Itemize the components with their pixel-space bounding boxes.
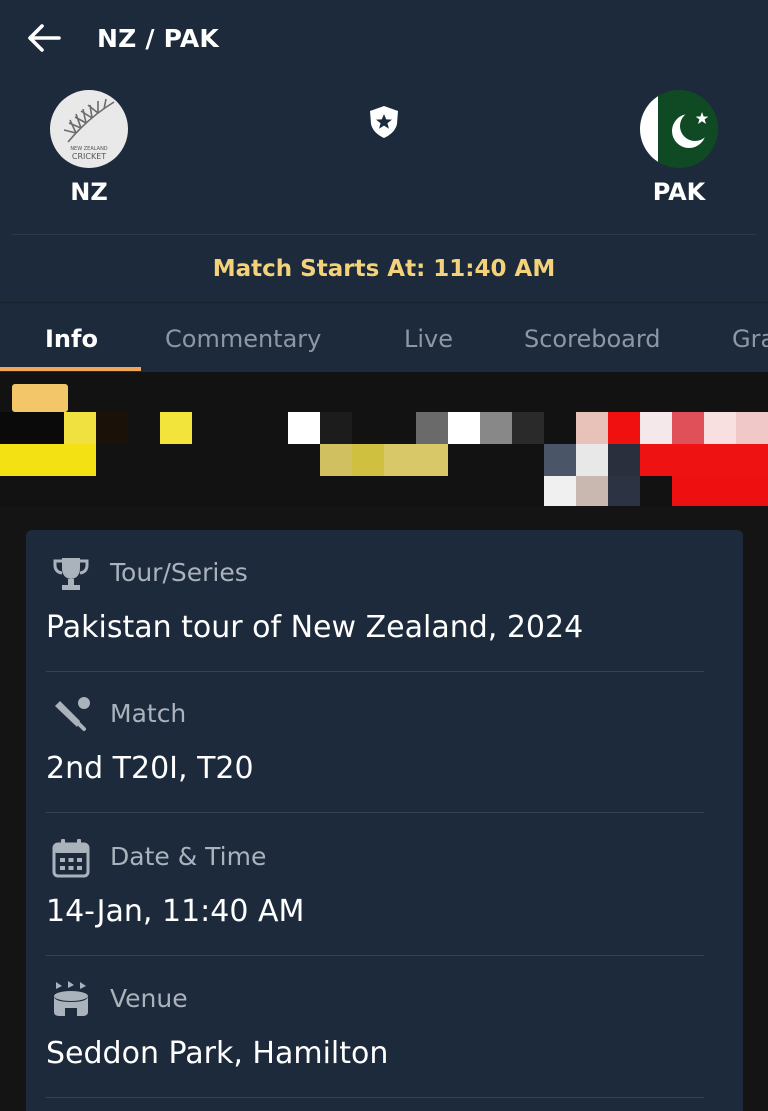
- shield-star-icon: [370, 106, 398, 138]
- back-button[interactable]: [22, 18, 66, 58]
- tour-value: Pakistan tour of New Zealand, 2024: [46, 610, 584, 645]
- datetime-label: Date & Time: [110, 842, 267, 871]
- tab-live[interactable]: Live: [404, 325, 453, 353]
- tab-graphs[interactable]: Gra: [732, 325, 768, 353]
- nz-team-logo: NEW ZEALAND CRICKET: [50, 90, 128, 168]
- home-team-name: NZ: [70, 178, 108, 206]
- away-team-name: PAK: [652, 178, 706, 206]
- team-away[interactable]: PAK: [629, 90, 729, 206]
- tab-info[interactable]: Info: [45, 325, 98, 353]
- calendar-icon: [52, 839, 90, 878]
- pak-team-logo: [640, 90, 718, 168]
- row-divider: [46, 955, 704, 956]
- venue-value: Seddon Park, Hamilton: [46, 1036, 389, 1071]
- pixelated-ad-banner[interactable]: [0, 372, 768, 506]
- match-header: NZ / PAK NEW ZEALAND CRICKET NZ PAK Matc…: [0, 0, 768, 372]
- svg-text:CRICKET: CRICKET: [72, 152, 106, 161]
- tab-commentary[interactable]: Commentary: [165, 325, 321, 353]
- row-divider: [46, 812, 704, 813]
- row-divider: [46, 671, 704, 672]
- match-start-time: Match Starts At: 11:40 AM: [212, 256, 556, 282]
- match-value: 2nd T20I, T20: [46, 751, 254, 786]
- venue-label: Venue: [110, 984, 188, 1013]
- trophy-icon: [53, 558, 89, 590]
- stadium-icon: [54, 981, 88, 1016]
- top-bar: NZ / PAK: [0, 0, 768, 78]
- header-divider: [12, 234, 756, 235]
- active-tab-indicator: [0, 367, 141, 371]
- row-divider: [46, 1097, 704, 1098]
- tour-label: Tour/Series: [110, 558, 248, 587]
- match-info-card: Tour/Series Pakistan tour of New Zealand…: [26, 530, 743, 1111]
- cricket-bat-icon: [55, 697, 90, 731]
- match-label: Match: [110, 699, 187, 728]
- tab-scoreboard[interactable]: Scoreboard: [524, 325, 661, 353]
- tab-bar: Info Commentary Live Scoreboard Gra: [0, 302, 768, 372]
- datetime-value: 14-Jan, 11:40 AM: [46, 894, 305, 929]
- page-title: NZ / PAK: [97, 24, 219, 53]
- back-arrow-icon: [28, 24, 61, 52]
- team-home[interactable]: NEW ZEALAND CRICKET NZ: [39, 90, 139, 206]
